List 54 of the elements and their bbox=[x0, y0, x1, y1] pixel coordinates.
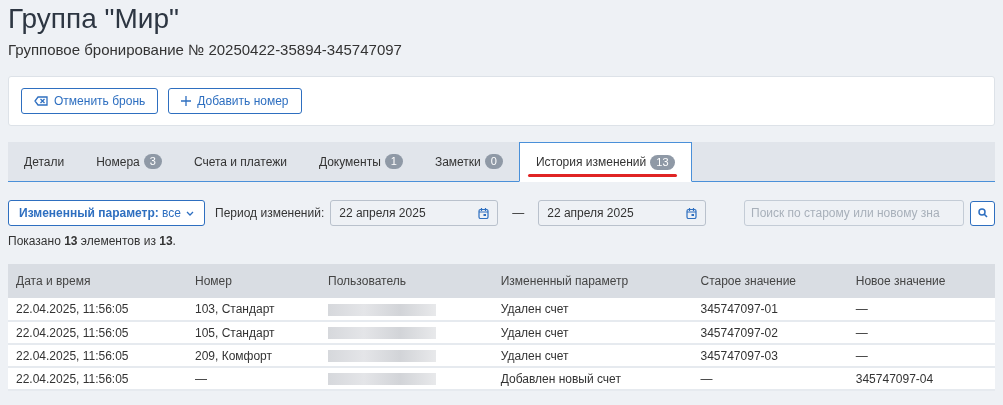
table-cell: 345747097-01 bbox=[700, 302, 778, 316]
count-badge: 3 bbox=[143, 154, 162, 169]
table-cell: 22.04.2025, 11:56:05 bbox=[16, 348, 129, 363]
add-room-button[interactable]: Добавить номер bbox=[168, 88, 302, 114]
calendar-icon bbox=[686, 207, 698, 219]
table-cell: Удален счет bbox=[500, 348, 569, 363]
tab[interactable]: Детали bbox=[8, 142, 81, 181]
count-badge: 1 bbox=[384, 154, 403, 169]
table-cell: Добавлен новый счет bbox=[500, 371, 621, 386]
table-cell: — bbox=[855, 325, 868, 340]
calendar-icon bbox=[478, 207, 490, 219]
column-header: Пользователь bbox=[320, 264, 493, 298]
table-cell: 22.04.2025, 11:56:05 bbox=[16, 302, 129, 316]
table-cell: 103, Стандарт bbox=[194, 302, 275, 316]
count-badge: 0 bbox=[484, 154, 503, 169]
backspace-icon bbox=[34, 96, 48, 106]
count-badge: 13 bbox=[650, 154, 675, 170]
chevron-down-icon bbox=[186, 210, 194, 216]
table-cell: Удален счет bbox=[500, 302, 569, 316]
search-button[interactable] bbox=[970, 200, 995, 226]
column-header: Номер bbox=[186, 264, 321, 298]
table-cell: — bbox=[855, 302, 868, 316]
column-header: Новое значение bbox=[847, 264, 995, 298]
column-header: Измененный параметр bbox=[492, 264, 693, 298]
table-cell: 22.04.2025, 11:56:05 bbox=[16, 371, 129, 386]
tab[interactable]: Счета и платежи bbox=[177, 142, 303, 181]
search-icon bbox=[977, 208, 988, 218]
page-title: Группа "Мир" bbox=[8, 2, 180, 36]
column-header: Старое значение bbox=[692, 264, 848, 298]
table-cell: 22.04.2025, 11:56:05 bbox=[16, 325, 129, 340]
period-label: Период изменений: bbox=[215, 205, 325, 222]
range-dash: — bbox=[512, 205, 525, 222]
date-field[interactable]: 22 апреля 2025 bbox=[330, 200, 499, 226]
tab[interactable]: Заметки 0 bbox=[418, 142, 519, 181]
plus-icon bbox=[181, 96, 192, 106]
tab[interactable]: Номера 3 bbox=[80, 142, 178, 181]
tab[interactable]: Документы 1 bbox=[302, 142, 419, 181]
results-summary: Показано 13 элементов из 13. bbox=[8, 233, 177, 250]
table-cell: — bbox=[194, 371, 207, 386]
column-header: Дата и время bbox=[8, 264, 187, 298]
cancel-booking-button[interactable]: Отменить бронь bbox=[21, 88, 159, 114]
table-cell: 345747097-04 bbox=[855, 371, 934, 386]
table-cell: 345747097-03 bbox=[700, 348, 778, 363]
booking-subtitle: Групповое бронирование № 20250422-35894-345747097 bbox=[8, 40, 403, 60]
table-cell: — bbox=[855, 348, 868, 363]
parameter-filter-dropdown[interactable]: Измененный параметр: все bbox=[8, 200, 205, 226]
table-cell: 105, Стандарт bbox=[194, 325, 275, 340]
date-field[interactable]: 22 апреля 2025 bbox=[538, 200, 707, 226]
table-cell: 209, Комфорт bbox=[194, 348, 273, 363]
table-cell: 345747097-02 bbox=[700, 325, 778, 340]
search-field[interactable]: Поиск по старому или новому зна bbox=[744, 200, 964, 226]
table-cell: Удален счет bbox=[500, 325, 569, 340]
tab[interactable]: История изменений 13 bbox=[518, 142, 692, 182]
table-cell: — bbox=[700, 371, 713, 386]
